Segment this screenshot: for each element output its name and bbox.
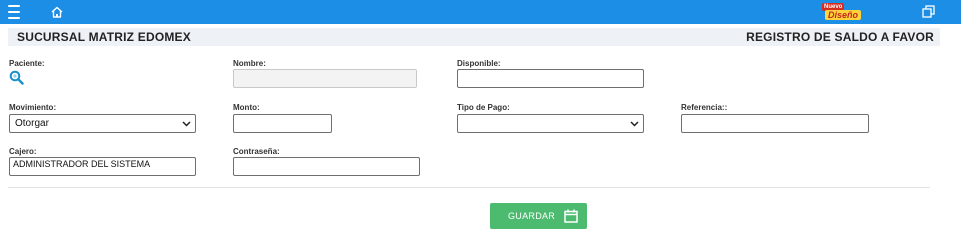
chevron-down-icon — [182, 121, 191, 127]
nombre-label: Nombre: — [233, 59, 266, 68]
save-button[interactable]: GUARDAR — [490, 203, 587, 229]
contrasena-field[interactable] — [233, 157, 420, 176]
search-icon[interactable] — [9, 70, 24, 85]
monto-field[interactable] — [233, 114, 332, 133]
movimiento-label: Movimiento: — [9, 103, 57, 112]
tipo-pago-select[interactable] — [457, 114, 644, 133]
chevron-down-icon — [630, 121, 639, 127]
home-icon[interactable] — [50, 5, 64, 19]
disponible-field[interactable] — [457, 69, 644, 88]
calendar-icon — [564, 209, 578, 223]
title-bar: SUCURSAL MATRIZ EDOMEX REGISTRO DE SALDO… — [8, 28, 940, 46]
paciente-label: Paciente: — [9, 59, 45, 68]
nombre-field[interactable] — [233, 69, 417, 88]
movimiento-value: Otorgar — [15, 118, 49, 129]
branch-title: SUCURSAL MATRIZ EDOMEX — [17, 30, 191, 44]
window-restore-icon[interactable] — [922, 5, 935, 18]
nuevo-diseno-logo[interactable]: Nuevo Diseño — [822, 3, 862, 21]
form-divider — [8, 187, 930, 188]
disponible-label: Disponible: — [457, 59, 501, 68]
save-button-label: GUARDAR — [508, 211, 556, 221]
cajero-label: Cajero: — [9, 147, 37, 156]
tipo-pago-label: Tipo de Pago: — [457, 103, 510, 112]
monto-label: Monto: — [233, 103, 260, 112]
movimiento-select[interactable]: Otorgar — [9, 114, 196, 133]
cajero-field[interactable]: ADMINISTRADOR DEL SISTEMA — [9, 157, 196, 176]
hamburger-icon[interactable] — [8, 5, 20, 19]
referencia-field[interactable] — [681, 114, 869, 133]
top-bar: Nuevo Diseño — [0, 0, 961, 24]
referencia-label: Referencia:: — [681, 103, 728, 112]
page-title: REGISTRO DE SALDO A FAVOR — [746, 30, 934, 44]
contrasena-label: Contraseña: — [233, 147, 280, 156]
